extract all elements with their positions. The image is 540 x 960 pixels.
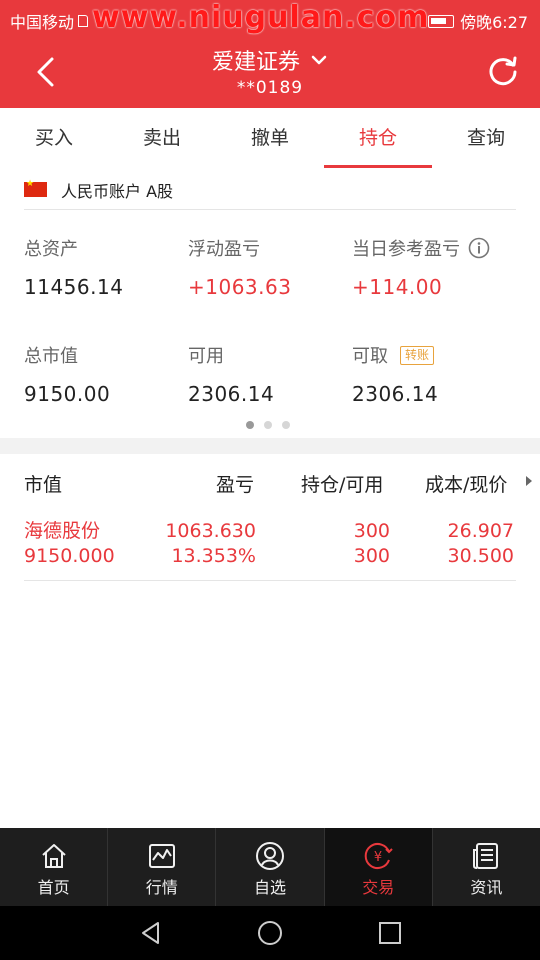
page-dot	[246, 421, 254, 429]
carrier-label: 中国移动	[10, 13, 75, 32]
chevron-down-icon	[311, 55, 327, 65]
available-funds: 可用 2306.14	[188, 342, 274, 406]
system-nav-bar	[0, 906, 540, 960]
svg-text:¥: ¥	[374, 850, 382, 865]
yuan-icon: ¥	[364, 843, 393, 869]
nav-trade-label: 交易	[362, 878, 395, 897]
stock-available: 300	[353, 545, 390, 567]
nav-watchlist-label: 自选	[254, 878, 287, 897]
market-value: 总市值 9150.00	[24, 342, 110, 406]
page-dot	[282, 421, 290, 429]
transfer-button[interactable]: 转账	[400, 345, 435, 365]
nav-news[interactable]: 资讯	[433, 828, 540, 906]
sim-icon	[78, 15, 89, 27]
nav-news-label: 资讯	[470, 878, 503, 897]
account-number: **0189	[236, 78, 304, 98]
battery-icon	[428, 14, 455, 28]
watermark: www.niugulan.com	[92, 0, 430, 35]
trade-tabs: 买入 卖出 撤单 持仓 查询	[0, 108, 540, 168]
daily-pnl-label: 当日参考盈亏	[352, 239, 460, 260]
float-pnl-value: +1063.63	[188, 275, 292, 299]
stock-price: 30.500	[447, 545, 514, 567]
refresh-icon[interactable]	[486, 54, 520, 88]
tab-sell[interactable]: 卖出	[108, 108, 216, 168]
col-market-value[interactable]: 市值	[24, 470, 62, 497]
col-position[interactable]: 持仓/可用	[301, 470, 383, 497]
section-divider	[0, 438, 540, 454]
nav-market-label: 行情	[145, 878, 178, 897]
chart-icon	[148, 844, 175, 868]
home-icon	[41, 844, 66, 868]
tab-buy[interactable]: 买入	[0, 108, 108, 168]
account-switcher[interactable]: 爱建证券 **0189	[0, 44, 540, 98]
stock-position: 300	[353, 520, 390, 542]
total-assets-value: 11456.14	[24, 275, 124, 299]
system-recents-icon[interactable]	[377, 920, 403, 946]
tab-positions[interactable]: 持仓	[324, 108, 432, 168]
nav-market[interactable]: 行情	[108, 828, 215, 906]
available-label: 可用	[188, 346, 224, 367]
nav-watchlist[interactable]: 自选	[216, 828, 323, 906]
market-value-value: 9150.00	[24, 382, 111, 406]
stock-market-value: 9150.000	[24, 545, 115, 567]
stock-pnl: 1063.630	[165, 520, 256, 542]
daily-pnl: 当日参考盈亏 +114.00	[352, 235, 490, 299]
withdrawable-value: 2306.14	[352, 382, 439, 406]
china-flag-icon	[24, 179, 47, 197]
tab-cancel[interactable]: 撤单	[216, 108, 324, 168]
page-dot	[264, 421, 272, 429]
col-pnl[interactable]: 盈亏	[216, 470, 254, 497]
stock-cost: 26.907	[447, 520, 514, 542]
clock: 傍晚6:27	[460, 13, 528, 32]
bottom-nav: 首页 行情 自选 ¥ 交易 资讯	[0, 828, 540, 906]
nav-home[interactable]: 首页	[0, 828, 107, 906]
app-header: 爱建证券 **0189	[0, 36, 540, 108]
nav-trade[interactable]: ¥ 交易	[324, 828, 432, 906]
system-back-icon[interactable]	[138, 920, 164, 946]
user-icon	[256, 842, 284, 870]
withdrawable-funds: 可取 转账 2306.14	[352, 342, 438, 406]
system-home-icon[interactable]	[257, 920, 283, 946]
status-bar: 中国移动 www.niugulan.com 傍晚6:27	[0, 0, 540, 36]
nav-home-label: 首页	[37, 878, 70, 897]
info-icon[interactable]	[468, 237, 490, 259]
account-type-label: 人民币账户 A股	[61, 181, 174, 201]
page-indicator	[246, 421, 300, 429]
daily-pnl-value: +114.00	[352, 275, 443, 299]
market-value-label: 总市值	[24, 346, 78, 367]
broker-title: 爱建证券	[211, 50, 300, 75]
total-assets-label: 总资产	[24, 239, 78, 260]
news-icon	[473, 843, 499, 869]
withdrawable-label: 可取	[352, 346, 388, 367]
account-type-row: 人民币账户 A股	[24, 170, 516, 210]
tab-query[interactable]: 查询	[432, 108, 540, 168]
stock-pnl-pct: 13.353%	[171, 545, 256, 567]
stock-name: 海德股份	[24, 520, 101, 542]
float-pnl: 浮动盈亏 +1063.63	[188, 235, 291, 299]
holdings-header: 市值 盈亏 持仓/可用 成本/现价	[0, 454, 540, 510]
total-assets: 总资产 11456.14	[24, 235, 123, 299]
float-pnl-label: 浮动盈亏	[188, 239, 260, 260]
available-value: 2306.14	[188, 382, 275, 406]
col-cost-price[interactable]: 成本/现价	[425, 470, 507, 497]
scroll-right-icon[interactable]	[526, 476, 532, 486]
table-row[interactable]: 海德股份 9150.000 1063.630 13.353% 300 300 2…	[24, 515, 516, 581]
